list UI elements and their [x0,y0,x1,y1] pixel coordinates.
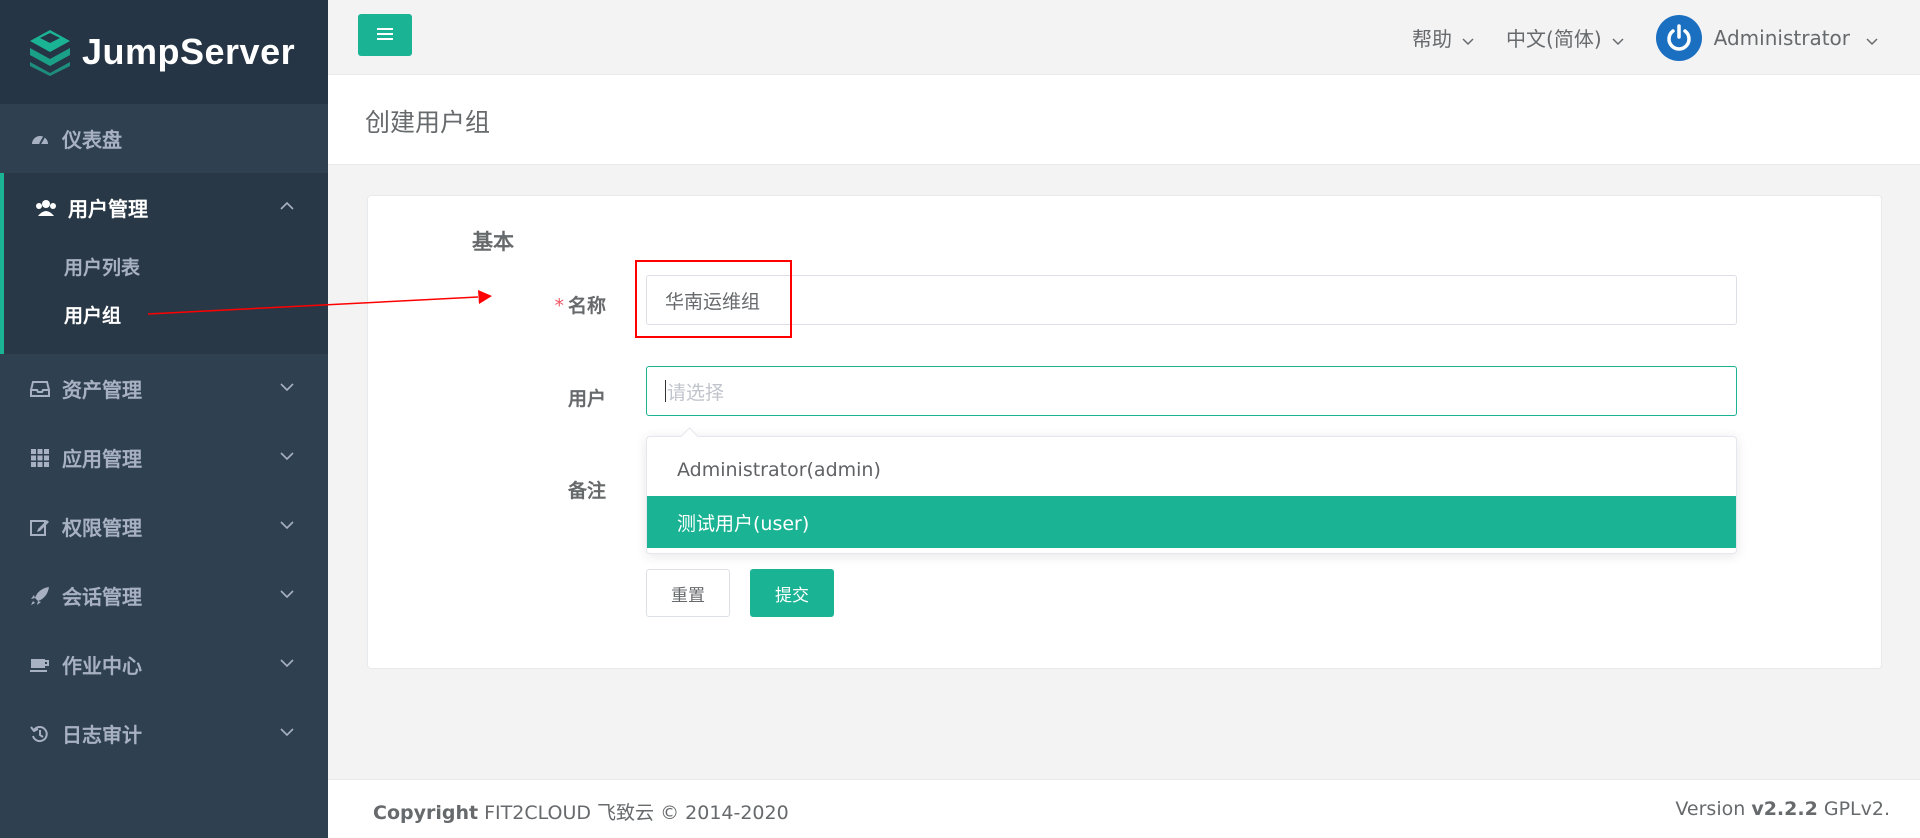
copyright-text: FIT2CLOUD 飞致云 © 2014-2020 [484,802,789,824]
copyright: Copyright FIT2CLOUD 飞致云 © 2014-2020 [373,798,789,825]
sidebar-item-label: 仪表盘 [62,128,122,152]
sidebar: JumpServer 仪表盘 用户管理 用户列表 用户组 资产管理 应用管理 权… [0,0,328,838]
users-label-text: 用户 [567,388,606,410]
sidebar-item-label: 作业中心 [62,654,142,678]
footer: Copyright FIT2CLOUD 飞致云 © 2014-2020 Vers… [328,779,1920,838]
annotation-highlight-box [635,260,792,338]
chevron-down-icon [278,653,296,671]
page-header: 创建用户组 [328,75,1920,165]
reset-button[interactable]: 重置 [646,569,730,617]
inbox-icon [28,377,52,401]
sidebar-item-assets[interactable]: 资产管理 [0,354,328,423]
user-menu[interactable]: Administrator [1655,14,1880,61]
dashboard-icon [28,127,52,151]
sidebar-item-label: 用户管理 [68,197,148,221]
topbar-right: 帮助 中文(简体) Administrator [1382,0,1880,75]
name-field[interactable]: 华南运维组 [646,275,1737,325]
grid-icon [28,446,52,470]
help-label: 帮助 [1412,27,1453,51]
sidebar-item-label: 会话管理 [62,585,142,609]
chevron-down-icon [1610,30,1626,46]
help-menu[interactable]: 帮助 [1412,23,1476,52]
text-cursor [665,380,666,402]
sidebar-subitem-label: 用户组 [64,304,122,327]
version-prefix: Version [1675,798,1746,820]
section-title: 基本 [472,230,514,254]
sidebar-subitem-user-list[interactable]: 用户列表 [4,242,328,290]
form-card: 基本 * 名称 华南运维组 用户 请选择 备注 重置 提交 Administrat… [367,195,1882,669]
toggle-sidebar-button[interactable] [358,14,412,56]
required-mark: * [554,295,564,317]
comment-label: 备注 [568,476,606,503]
avatar [1655,14,1702,61]
sidebar-subitem-label: 用户列表 [64,256,141,279]
dropdown-option-admin[interactable]: Administrator(admin) [647,444,1736,496]
users-icon [34,196,58,220]
sidebar-item-applications[interactable]: 应用管理 [0,423,328,492]
jumpserver-logo-icon [28,28,72,76]
sidebar-item-label: 应用管理 [62,447,142,471]
sidebar-item-jobs[interactable]: 作业中心 [0,630,328,699]
main-content: 基本 * 名称 华南运维组 用户 请选择 备注 重置 提交 Administrat… [328,165,1920,779]
sidebar-item-sessions[interactable]: 会话管理 [0,561,328,630]
name-label-text: 名称 [567,295,606,317]
chevron-down-icon [1460,30,1476,46]
chevron-down-icon [278,584,296,602]
version-number: v2.2.2 [1751,798,1818,820]
sidebar-item-label: 日志审计 [62,723,142,747]
chevron-up-icon [278,196,296,214]
language-label: 中文(简体) [1506,27,1602,51]
submit-button[interactable]: 提交 [750,569,834,617]
logo[interactable]: JumpServer [0,0,328,104]
sidebar-nav: 仪表盘 用户管理 用户列表 用户组 资产管理 应用管理 权限管理 会话管理 作业… [0,104,328,768]
app-name: JumpServer [82,31,296,72]
name-label: * 名称 [554,291,606,318]
comment-label-text: 备注 [567,480,606,502]
language-menu[interactable]: 中文(简体) [1506,23,1626,52]
user-name: Administrator [1713,25,1850,50]
version-info: Version v2.2.2 GPLv2. [1675,798,1890,820]
users-label: 用户 [568,384,606,411]
sidebar-item-label: 权限管理 [62,516,142,540]
coffee-icon [28,653,52,677]
hamburger-icon [377,26,393,45]
copyright-bold: Copyright [373,802,479,824]
sidebar-item-audits[interactable]: 日志审计 [0,699,328,768]
users-placeholder: 请选择 [667,381,725,404]
chevron-down-icon [278,446,296,464]
sidebar-subitem-user-groups[interactable]: 用户组 [4,290,328,338]
sidebar-item-permissions[interactable]: 权限管理 [0,492,328,561]
chevron-down-icon [278,722,296,740]
sidebar-item-label: 资产管理 [62,378,142,402]
dropdown-option-user[interactable]: 测试用户(user) [647,496,1736,548]
sidebar-item-dashboard[interactable]: 仪表盘 [0,104,328,173]
sidebar-item-users[interactable]: 用户管理 [4,173,328,242]
users-select[interactable]: 请选择 [646,366,1737,416]
history-icon [28,722,52,746]
chevron-down-icon [278,515,296,533]
users-dropdown: Administrator(admin) 测试用户(user) [646,436,1737,554]
license-text: GPLv2. [1823,798,1890,820]
edit-icon [28,515,52,539]
rocket-icon [28,584,52,608]
chevron-down-icon [278,377,296,395]
sidebar-group-users: 用户管理 用户列表 用户组 [0,173,328,354]
chevron-down-icon [1864,30,1880,46]
topbar: 帮助 中文(简体) Administrator [328,0,1920,75]
page-title: 创建用户组 [365,108,491,137]
